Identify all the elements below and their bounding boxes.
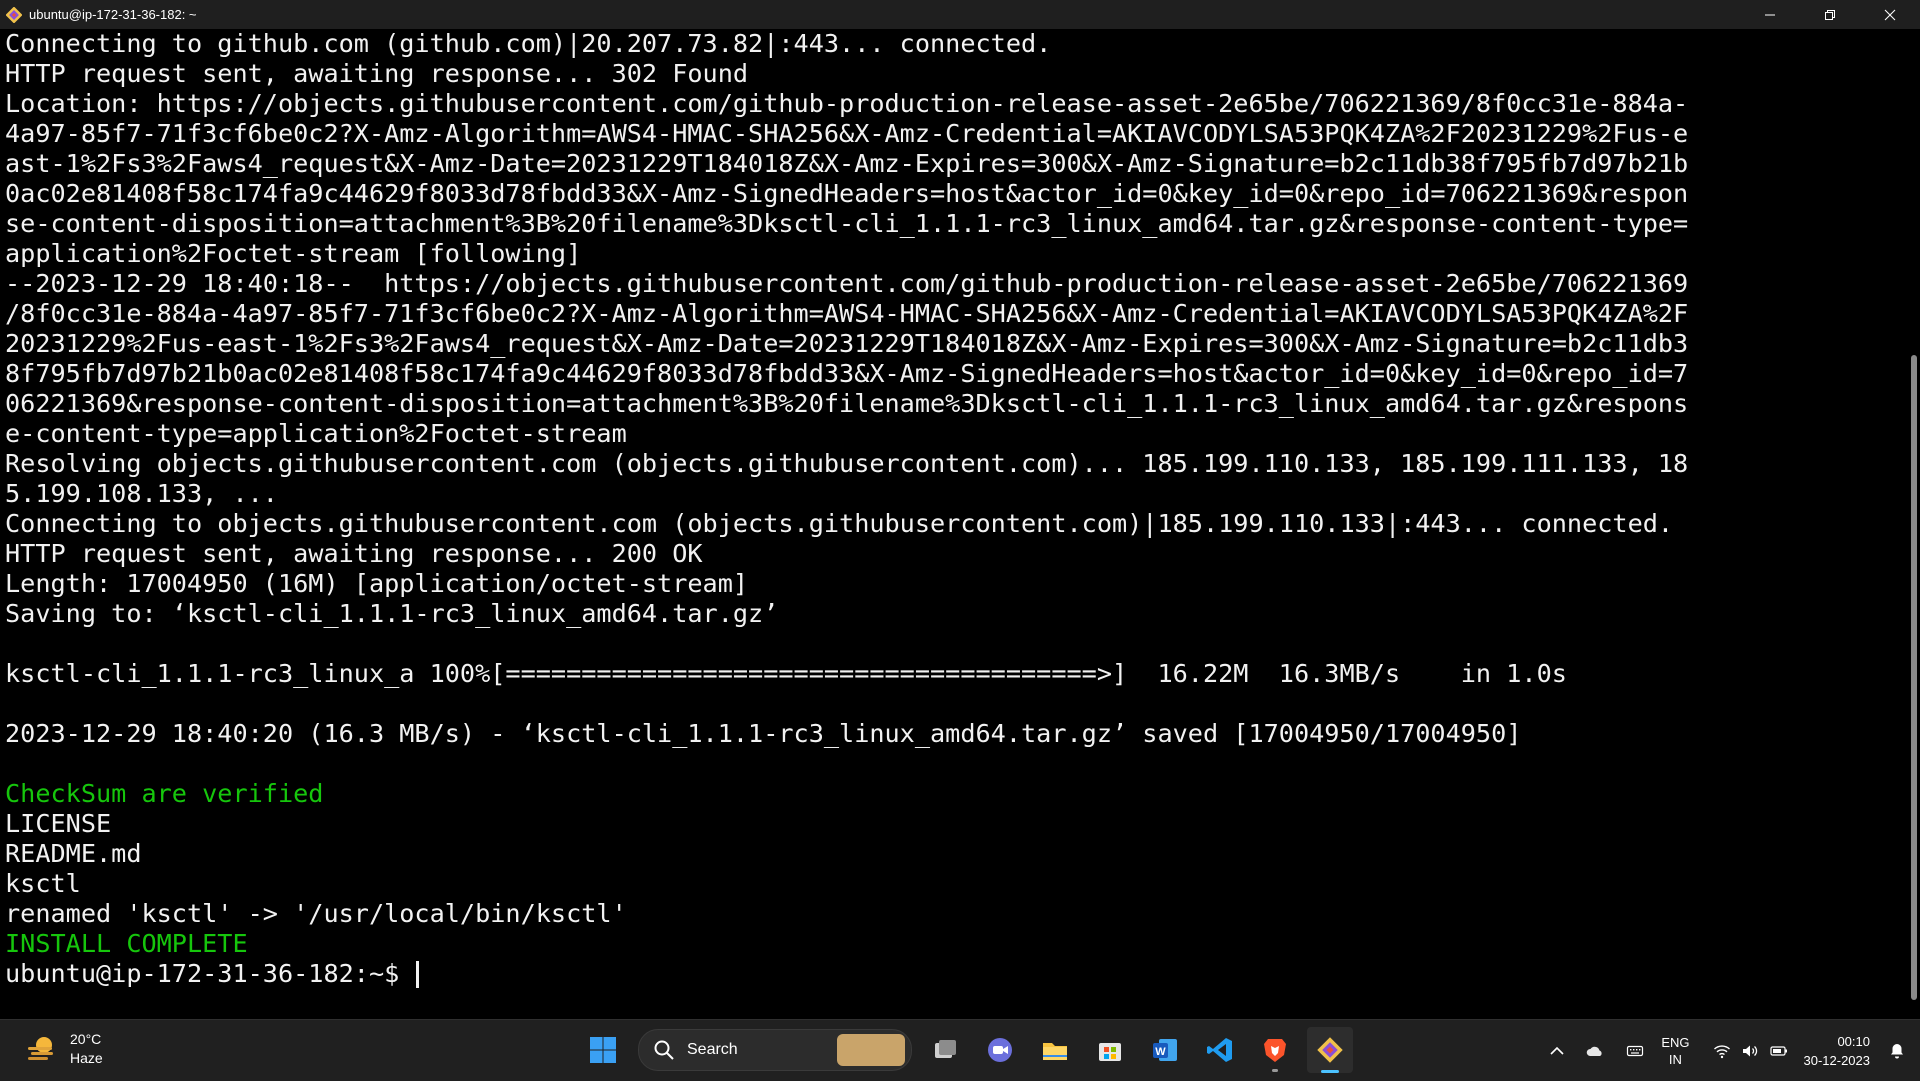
file-explorer-button[interactable] (1032, 1027, 1078, 1073)
volume-button[interactable] (1736, 1020, 1764, 1081)
terminal-line: 4a97-85f7-71f3cf6be0c2?X-Amz-Algorithm=A… (5, 119, 1689, 148)
text-cursor (416, 961, 420, 988)
terminal-prompt-line[interactable]: ubuntu@ip-172-31-36-182:~$ (5, 959, 1688, 989)
search-icon (654, 1040, 674, 1060)
region-code: IN (1668, 1051, 1682, 1067)
terminal-line: se-content-disposition=attachment%3B%20f… (5, 209, 1689, 238)
terminal-line: HTTP request sent, awaiting response... … (5, 539, 703, 568)
taskbar-clock[interactable]: 00:10 30-12-2023 (1804, 1032, 1871, 1070)
cloud-icon (1587, 1046, 1602, 1056)
search-label: Search (687, 1041, 738, 1058)
terminal-line: Location: https://objects.githubusercont… (5, 89, 1689, 118)
onedrive-button[interactable] (1575, 1020, 1615, 1081)
terminal-line: 06221369&response-content-disposition=at… (5, 389, 1689, 418)
search-highlight-image (837, 1034, 905, 1066)
terminal-line: 8f795fb7d97b21b0ac02e81408f58c174fa9c446… (5, 359, 1689, 388)
terminal-line: Saving to: ‘ksctl-cli_1.1.1-rc3_linux_am… (5, 599, 779, 628)
weather-widget[interactable]: 20°C Haze (24, 1030, 103, 1068)
terminal-line: e-content-type=application%2Foctet-strea… (5, 419, 627, 448)
svg-text:W: W (1155, 1046, 1166, 1058)
store-icon (1099, 1043, 1121, 1061)
clock-time: 00:10 (1837, 1033, 1870, 1049)
terminal-line: Resolving objects.githubusercontent.com … (5, 449, 1689, 478)
start-button[interactable] (580, 1027, 626, 1073)
vscode-icon (1207, 1038, 1232, 1062)
chevron-up-icon (1550, 1046, 1564, 1055)
terminal-line: /8f0cc31e-884a-4a97-85f7-71f3cf6be0c2?X-… (5, 299, 1689, 328)
terminal-line: Connecting to objects.githubusercontent.… (5, 509, 1674, 538)
terminal-line: ksctl (5, 869, 81, 898)
wifi-icon (1713, 1044, 1730, 1058)
weather-condition: Haze (70, 1050, 103, 1066)
touch-keyboard-button[interactable] (1615, 1020, 1655, 1081)
word-icon: W (1153, 1039, 1177, 1061)
windows-logo-icon (590, 1037, 616, 1063)
scrollbar-thumb[interactable] (1911, 355, 1917, 1000)
restore-icon (1825, 9, 1835, 20)
haze-icon (28, 1037, 53, 1060)
terminal-line: README.md (5, 839, 142, 868)
task-view-icon (935, 1040, 956, 1058)
terminal-line: --2023-12-29 18:40:18-- https://objects.… (5, 269, 1689, 298)
system-tray: ENG IN 00:10 30-12-2023 (1539, 1020, 1920, 1081)
meet-button[interactable] (977, 1027, 1023, 1073)
vscode-button[interactable] (1197, 1027, 1243, 1073)
minimize-icon (1765, 14, 1775, 15)
brave-button[interactable] (1252, 1027, 1298, 1073)
terminal-line: CheckSum are verified (5, 779, 324, 808)
input-language-indicator[interactable]: ENG IN (1661, 1034, 1689, 1068)
git-bash-app-icon (6, 6, 22, 23)
terminal-line: INSTALL COMPLETE (5, 929, 248, 958)
git-icon (1317, 1037, 1343, 1063)
notification-bell-icon (1891, 1043, 1903, 1058)
notifications-button[interactable] (1882, 1020, 1912, 1081)
window-title: ubuntu@ip-172-31-36-182: ~ (29, 7, 197, 22)
network-button[interactable] (1708, 1020, 1736, 1081)
microsoft-store-button[interactable] (1087, 1027, 1133, 1073)
clock-date: 30-12-2023 (1803, 1052, 1871, 1068)
git-bash-button[interactable] (1307, 1027, 1353, 1073)
terminal-line: 2023-12-29 18:40:20 (16.3 MB/s) - ‘ksctl… (5, 719, 1522, 748)
brave-lion-icon (1264, 1039, 1286, 1062)
minimize-button[interactable] (1740, 0, 1800, 29)
restore-button[interactable] (1800, 0, 1860, 29)
video-camera-icon (988, 1038, 1012, 1062)
terminal-line: Connecting to github.com (github.com)|20… (5, 29, 1052, 58)
word-button[interactable]: W (1142, 1027, 1188, 1073)
terminal-line: application%2Foctet-stream [following] (5, 239, 582, 268)
terminal-line: HTTP request sent, awaiting response... … (5, 59, 749, 88)
terminal-line: 5.199.108.133, ... (5, 479, 278, 508)
battery-icon (1769, 1045, 1787, 1056)
terminal-line: ksctl-cli_1.1.1-rc3_linux_a 100%[=======… (5, 659, 1567, 688)
terminal-scrollbar[interactable] (1906, 29, 1920, 1019)
show-hidden-icons-button[interactable] (1539, 1020, 1575, 1081)
keyboard-icon (1627, 1045, 1644, 1056)
window-title-bar[interactable]: ubuntu@ip-172-31-36-182: ~ (0, 0, 1920, 29)
terminal-line: LICENSE (5, 809, 112, 838)
language-code: ENG (1661, 1034, 1690, 1050)
terminal-line: 20231229%2Fus-east-1%2Fs3%2Faws4_request… (5, 329, 1689, 358)
terminal-line: ast-1%2Fs3%2Faws4_request&X-Amz-Date=202… (5, 149, 1689, 178)
taskbar-search[interactable]: Search (638, 1029, 912, 1071)
close-button[interactable] (1860, 0, 1920, 29)
terminal-line: 0ac02e81408f58c174fa9c44629f8033d78fbdd3… (5, 179, 1689, 208)
weather-temperature: 20°C (70, 1031, 102, 1047)
shell-prompt: ubuntu@ip-172-31-36-182:~$ (5, 959, 415, 988)
close-icon (1884, 9, 1896, 20)
battery-button[interactable] (1764, 1020, 1794, 1081)
taskbar: 20°C Haze Search W ENG IN 00:10 30-12-20… (0, 1019, 1920, 1081)
folder-icon (1043, 1043, 1067, 1060)
speaker-icon (1742, 1045, 1757, 1056)
terminal-line: Length: 17004950 (16M) [application/octe… (5, 569, 749, 598)
terminal-line: renamed 'ksctl' -> '/usr/local/bin/ksctl… (5, 899, 627, 928)
terminal-lines: Connecting to github.com (github.com)|20… (5, 29, 1688, 989)
task-view-button[interactable] (922, 1027, 968, 1073)
terminal-output[interactable]: Connecting to github.com (github.com)|20… (0, 29, 1906, 1019)
